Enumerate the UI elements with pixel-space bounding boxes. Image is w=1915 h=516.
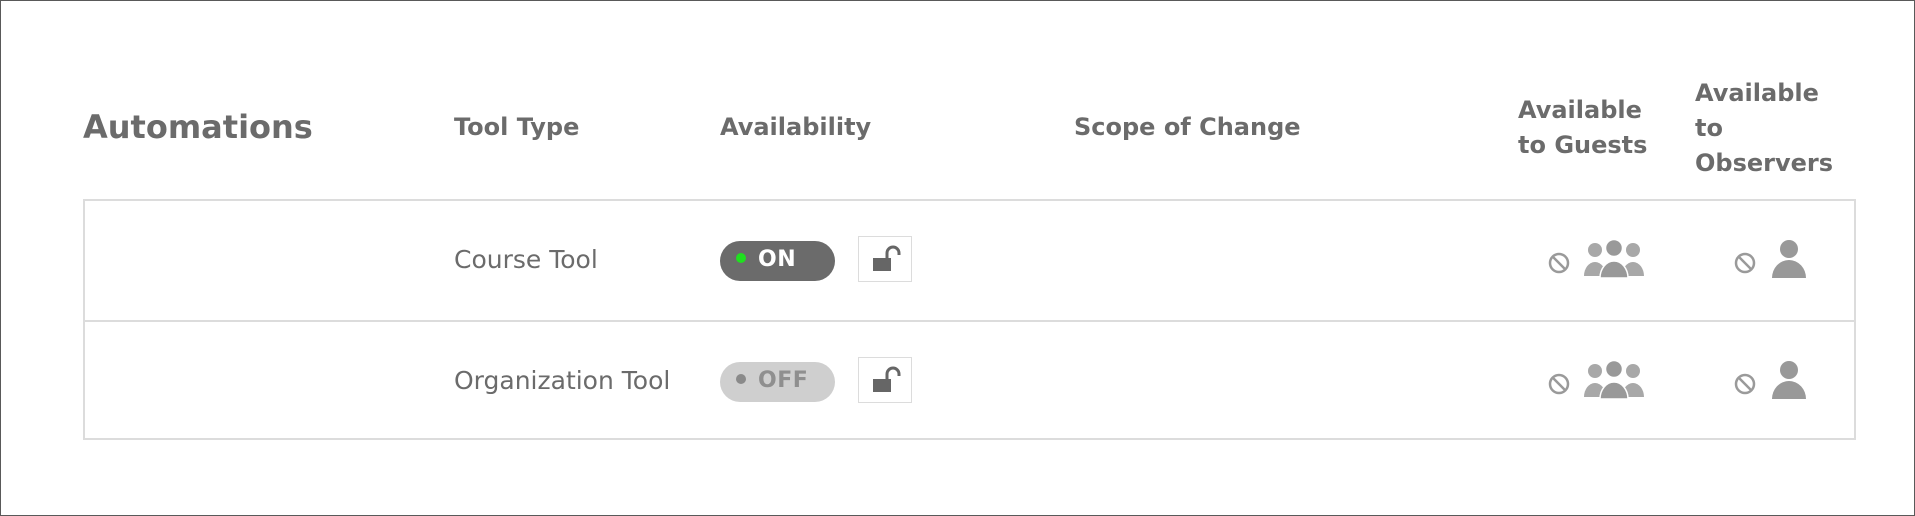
unlock-button[interactable]: [858, 236, 912, 282]
prohibited-icon: [1734, 252, 1756, 274]
toggle-label: ON: [758, 247, 797, 272]
status-dot: [736, 374, 746, 384]
column-header-availability: Availability: [720, 113, 872, 141]
section-title: Automations: [83, 108, 313, 146]
table-row: Course Tool ON: [85, 201, 1854, 322]
unlock-button[interactable]: [858, 357, 912, 403]
prohibited-icon: [1734, 373, 1756, 395]
no-observers-icon: [1772, 361, 1806, 399]
observers-permission-toggle[interactable]: [1733, 238, 1813, 280]
unlock-icon: [873, 245, 901, 271]
tools-table: Course Tool ON Organization Tool OFF: [83, 199, 1856, 440]
column-header-available-to-observers: Available to Observers: [1695, 79, 1834, 177]
column-header-available-to-guests: Available to Guests: [1518, 96, 1648, 159]
unlock-icon: [873, 366, 901, 392]
tool-type-label: Course Tool: [454, 245, 598, 274]
table-row: Organization Tool OFF: [85, 322, 1854, 441]
column-header-scope-of-change: Scope of Change: [1074, 113, 1301, 141]
no-guests-icon: [1584, 238, 1644, 278]
no-observers-icon: [1772, 240, 1806, 278]
column-header-tool-type: Tool Type: [454, 113, 580, 141]
availability-toggle[interactable]: ON: [720, 241, 835, 281]
observers-permission-toggle[interactable]: [1733, 359, 1813, 401]
availability-toggle[interactable]: OFF: [720, 362, 835, 402]
guests-permission-toggle[interactable]: [1547, 359, 1647, 401]
guests-permission-toggle[interactable]: [1547, 238, 1647, 280]
prohibited-icon: [1548, 373, 1570, 395]
automations-panel: Automations Tool Type Availability Scope…: [0, 0, 1915, 516]
tool-type-label: Organization Tool: [454, 366, 671, 395]
no-guests-icon: [1584, 359, 1644, 399]
toggle-label: OFF: [758, 368, 809, 393]
prohibited-icon: [1548, 252, 1570, 274]
status-dot: [736, 253, 746, 263]
